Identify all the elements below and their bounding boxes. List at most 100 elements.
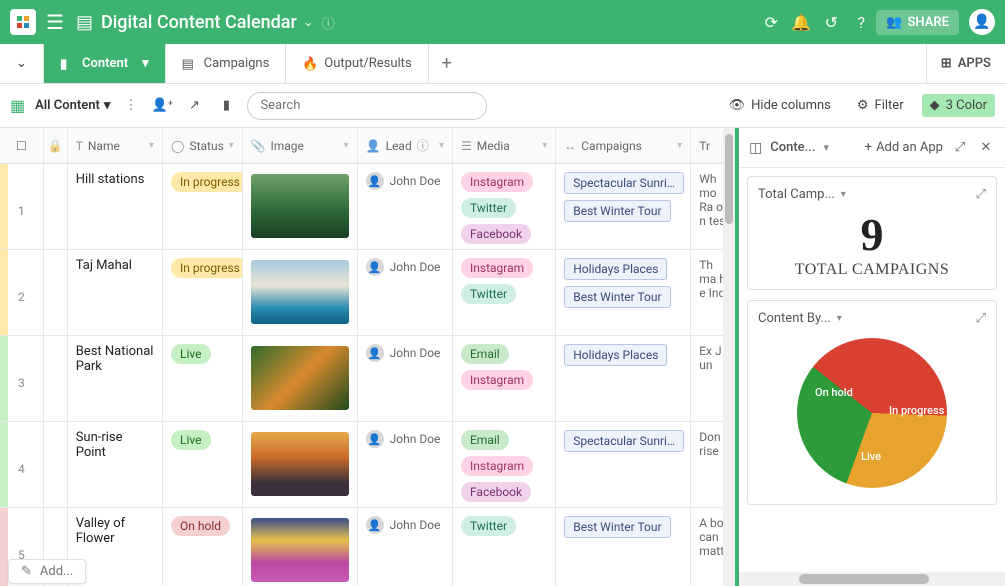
info-icon[interactable]: ⓘ xyxy=(322,13,335,32)
user-avatar[interactable]: 👤 xyxy=(969,9,995,35)
cell-media[interactable]: Email Instagram Facebook xyxy=(453,422,556,507)
cell-lead[interactable]: 👤John Doe xyxy=(358,508,453,586)
cell-media[interactable]: Instagram Twitter Facebook xyxy=(453,164,556,249)
col-image[interactable]: 📎Image▾ xyxy=(243,128,358,163)
media-tag[interactable]: Instagram xyxy=(461,258,533,278)
campaign-tag[interactable]: Holidays Places xyxy=(564,344,667,366)
add-app-button[interactable]: +Add an App xyxy=(865,140,943,155)
card-layout-icon[interactable]: ▮ xyxy=(215,98,237,113)
view-options-icon[interactable]: ⋮ xyxy=(120,98,141,113)
cell-image[interactable] xyxy=(243,508,358,586)
row-number[interactable]: 4 xyxy=(0,422,44,507)
table-row[interactable]: 1Hill stationsIn progress👤John DoeInstag… xyxy=(0,164,735,250)
col-checkbox[interactable]: ☐ xyxy=(0,128,44,163)
share-button[interactable]: 👥SHARE xyxy=(876,10,959,35)
cell-status[interactable]: On hold xyxy=(163,508,242,586)
row-number[interactable]: 1 xyxy=(0,164,44,249)
cell-lead[interactable]: 👤John Doe xyxy=(358,250,453,335)
cell-campaigns[interactable]: Spectacular Sunrise... xyxy=(556,422,691,507)
tab-campaigns[interactable]: ▤Campaigns xyxy=(166,44,287,83)
cell-campaigns[interactable]: Holidays Places Best Winter Tour xyxy=(556,250,691,335)
cell-campaigns[interactable]: Spectacular Sunrise... Best Winter Tour xyxy=(556,164,691,249)
filter-button[interactable]: ⚙Filter xyxy=(849,94,912,117)
campaign-tag[interactable]: Best Winter Tour xyxy=(564,200,670,222)
cell-image[interactable] xyxy=(243,250,358,335)
vertical-scrollbar[interactable] xyxy=(723,128,735,586)
media-tag[interactable]: Twitter xyxy=(461,284,516,304)
cell-name[interactable]: Hill stations xyxy=(68,164,163,249)
cell-name[interactable]: Best National Park xyxy=(68,336,163,421)
share-view-icon[interactable]: ↗ xyxy=(183,98,205,113)
cell-name[interactable]: Taj Mahal xyxy=(68,250,163,335)
expand-card-icon[interactable]: ⤢ xyxy=(976,311,986,326)
apps-button[interactable]: ⊞APPS xyxy=(926,44,1005,83)
media-tag[interactable]: Email xyxy=(461,344,509,364)
cell-status[interactable]: Live xyxy=(163,336,242,421)
hide-columns-button[interactable]: 👁Hide columns xyxy=(721,94,839,117)
media-tag[interactable]: Instagram xyxy=(461,172,533,192)
cell-lead[interactable]: 👤John Doe xyxy=(358,336,453,421)
table-row[interactable]: 4Sun-rise PointLive👤John DoeEmailInstagr… xyxy=(0,422,735,508)
row-number[interactable]: 2 xyxy=(0,250,44,335)
help-icon[interactable]: ? xyxy=(846,13,876,32)
colors-button[interactable]: ◆3 Color xyxy=(922,94,995,117)
media-tag[interactable]: Instagram xyxy=(461,456,533,476)
campaign-tag[interactable]: Best Winter Tour xyxy=(564,516,670,538)
campaign-tag[interactable]: Spectacular Sunrise... xyxy=(564,172,684,194)
media-tag[interactable]: Twitter xyxy=(461,516,516,536)
col-campaigns[interactable]: ↔Campaigns▾ xyxy=(556,128,691,163)
cell-status[interactable]: Live xyxy=(163,422,242,507)
cell-status[interactable]: In progress xyxy=(163,250,242,335)
add-user-icon[interactable]: 👤⁺ xyxy=(151,98,173,113)
cell-image[interactable] xyxy=(243,336,358,421)
col-status[interactable]: ◯Status▾ xyxy=(163,128,242,163)
grid-view-icon[interactable]: ▦ xyxy=(10,96,25,115)
doc-title[interactable]: Digital Content Calendar xyxy=(101,12,297,33)
title-chevron-down-icon[interactable]: ⌄ xyxy=(303,15,314,30)
view-selector[interactable]: All Content▾ xyxy=(35,98,110,113)
table-row[interactable]: 3 Best National ParkLive 👤John Doe Email Ins… xyxy=(0,336,735,422)
cell-image[interactable] xyxy=(243,422,358,507)
chevron-down-icon[interactable]: ▾ xyxy=(823,141,829,154)
cell-image[interactable] xyxy=(243,164,358,249)
expand-sidebar-button[interactable]: ⌄ xyxy=(0,44,44,83)
horizontal-scrollbar[interactable] xyxy=(739,572,1005,586)
media-tag[interactable]: Facebook xyxy=(461,482,531,502)
media-tag[interactable]: Email xyxy=(461,430,509,450)
close-panel-icon[interactable]: ✕ xyxy=(977,140,995,155)
expand-panel-icon[interactable]: ⤢ xyxy=(951,140,969,155)
add-tab-button[interactable]: + xyxy=(429,44,465,83)
add-row-button[interactable]: ✎Add... xyxy=(8,559,86,584)
row-number[interactable]: 3 xyxy=(0,336,44,421)
cell-name[interactable]: Sun-rise Point xyxy=(68,422,163,507)
campaign-tag[interactable]: Best Winter Tour xyxy=(564,286,670,308)
col-name[interactable]: TName▾ xyxy=(68,128,163,163)
cell-media[interactable]: Instagram Twitter xyxy=(453,250,556,335)
cell-campaigns[interactable]: Best Winter Tour xyxy=(556,508,691,586)
bell-icon[interactable]: 🔔 xyxy=(786,13,816,32)
media-tag[interactable]: Facebook xyxy=(461,224,531,244)
menu-icon[interactable]: ☰ xyxy=(46,10,64,34)
campaign-tag[interactable]: Holidays Places xyxy=(564,258,667,280)
table-row[interactable]: 5Valley of FlowerOn hold👤John DoeTwitter… xyxy=(0,508,735,586)
tab-output-results[interactable]: 🔥Output/Results xyxy=(286,44,428,83)
cell-lead[interactable]: 👤John Doe xyxy=(358,164,453,249)
search-input[interactable] xyxy=(247,92,487,120)
campaign-tag[interactable]: Spectacular Sunrise... xyxy=(564,430,684,452)
media-tag[interactable]: Instagram xyxy=(461,370,533,390)
media-tag[interactable]: Twitter xyxy=(461,198,516,218)
cell-status[interactable]: In progress xyxy=(163,164,242,249)
cell-media[interactable]: Email Instagram xyxy=(453,336,556,421)
panel-title[interactable]: Conte... xyxy=(770,140,815,155)
col-media[interactable]: ☰Media▾ xyxy=(453,128,556,163)
chevron-down-icon[interactable]: ▾ xyxy=(837,313,842,324)
table-row[interactable]: 2 Taj MahalIn progress 👤John Doe Instagram T… xyxy=(0,250,735,336)
chevron-down-icon[interactable]: ▾ xyxy=(142,56,149,71)
col-lead[interactable]: 👤Leadⓘ▾ xyxy=(358,128,453,163)
cell-campaigns[interactable]: Holidays Places xyxy=(556,336,691,421)
app-logo[interactable] xyxy=(10,9,36,35)
history-icon[interactable]: ↺ xyxy=(816,13,846,32)
sync-icon[interactable]: ⟳ xyxy=(756,13,786,32)
expand-card-icon[interactable]: ⤢ xyxy=(976,187,986,202)
cell-media[interactable]: Twitter xyxy=(453,508,556,586)
